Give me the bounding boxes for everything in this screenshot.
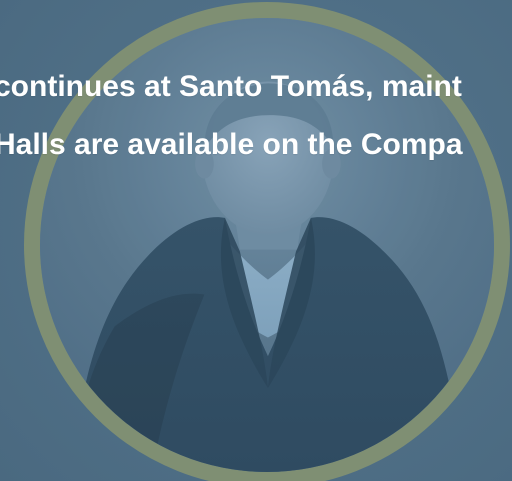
- caption-line-2: Halls are available on the Compa: [0, 128, 463, 161]
- hero-portrait-panel: continues at Santo Tomás, maint Halls ar…: [0, 0, 512, 481]
- caption-line-1: continues at Santo Tomás, maint: [0, 70, 462, 103]
- overlay-caption: continues at Santo Tomás, maint Halls ar…: [0, 58, 512, 174]
